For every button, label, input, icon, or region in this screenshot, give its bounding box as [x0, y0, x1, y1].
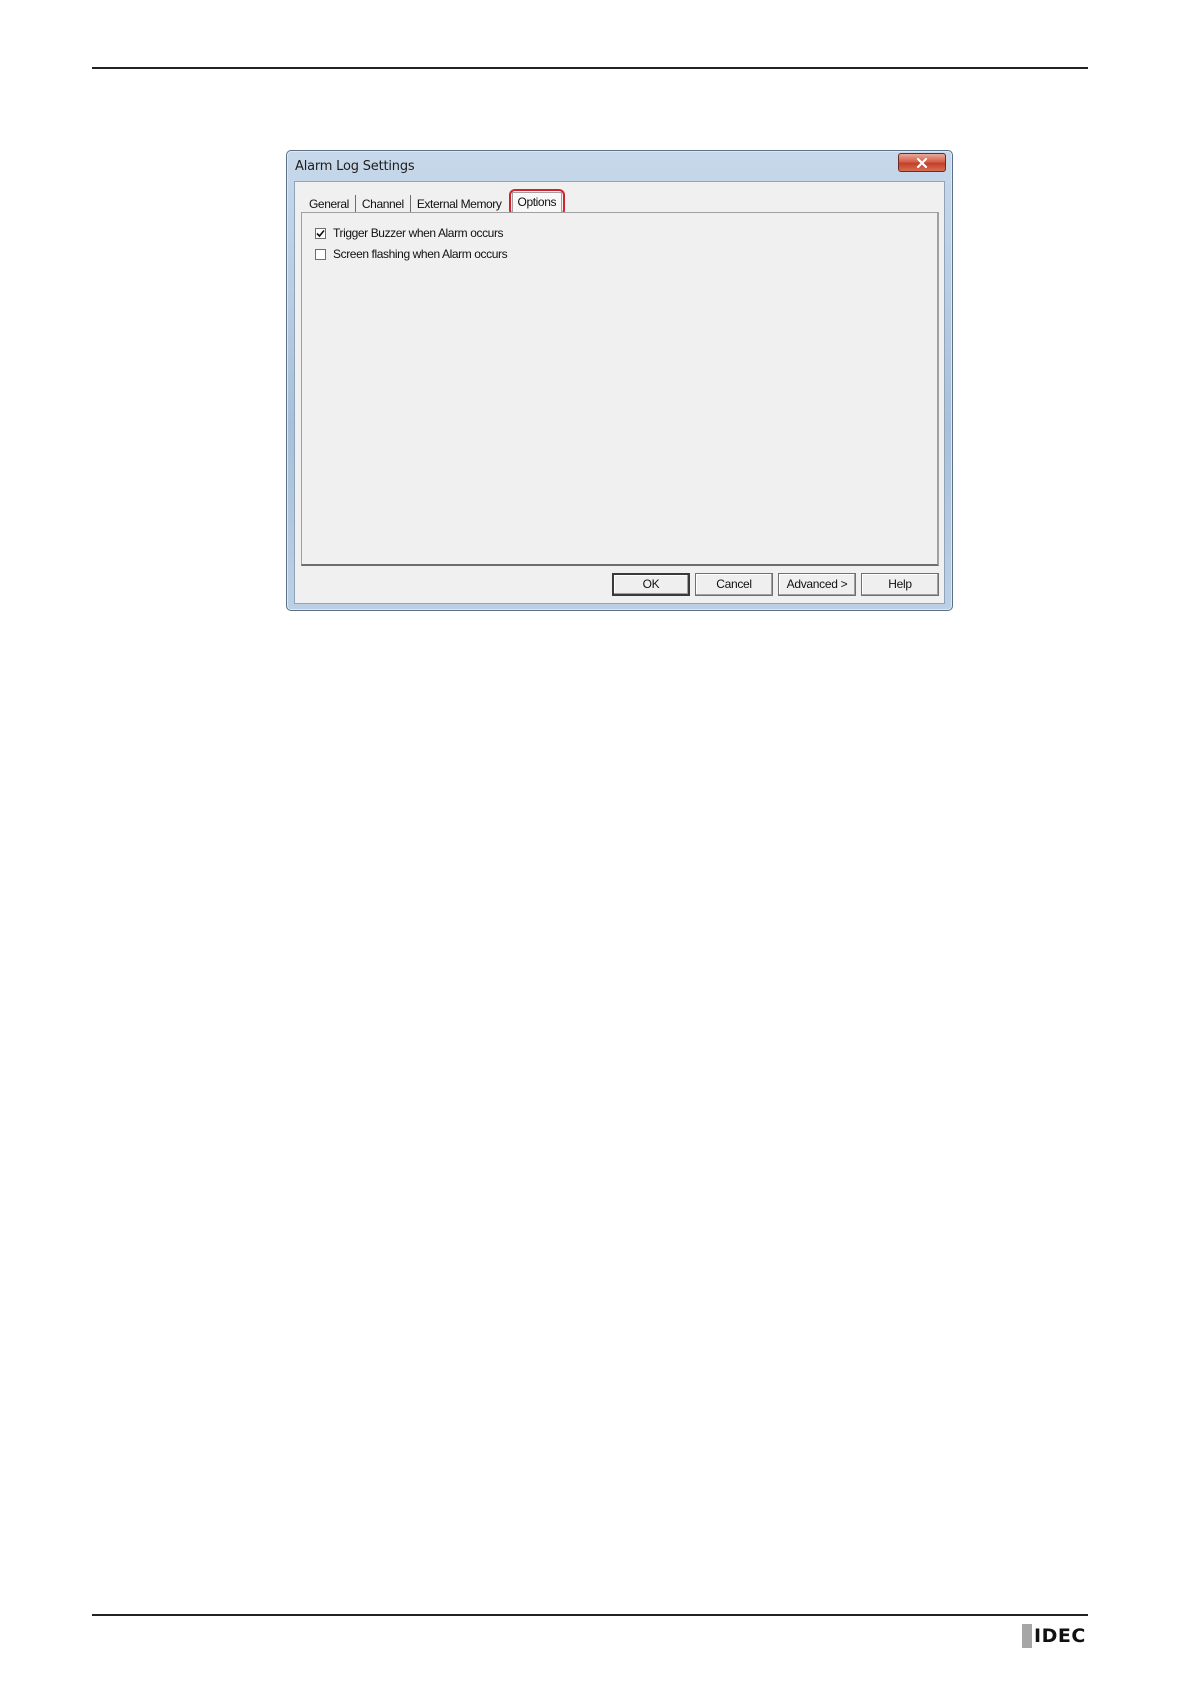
- cancel-button[interactable]: Cancel: [695, 573, 773, 596]
- advanced-button[interactable]: Advanced >: [778, 573, 856, 596]
- tab-external-memory[interactable]: External Memory: [411, 195, 508, 213]
- screen-flashing-checkbox[interactable]: [315, 248, 326, 260]
- tab-channel[interactable]: Channel: [356, 195, 411, 213]
- screen-flashing-label: Screen flashing when Alarm occurs: [333, 247, 508, 261]
- idec-logo: IDEC: [1022, 1624, 1086, 1648]
- trigger-buzzer-option[interactable]: Trigger Buzzer when Alarm occurs: [315, 226, 504, 240]
- dialog-title: Alarm Log Settings: [295, 159, 415, 174]
- help-button[interactable]: Help: [861, 573, 939, 596]
- close-button[interactable]: [898, 153, 946, 172]
- screen-flashing-option[interactable]: Screen flashing when Alarm occurs: [315, 247, 508, 261]
- alarm-log-settings-dialog: Alarm Log Settings General Channel Exter…: [286, 150, 953, 611]
- trigger-buzzer-checkbox[interactable]: [315, 227, 326, 239]
- ok-button[interactable]: OK: [612, 573, 690, 596]
- page-footer-rule: [92, 1614, 1088, 1616]
- dialog-client-area: General Channel External Memory Options …: [294, 181, 945, 604]
- tab-strip: General Channel External Memory Options: [303, 189, 566, 216]
- trigger-buzzer-label: Trigger Buzzer when Alarm occurs: [333, 226, 504, 240]
- logo-text: IDEC: [1034, 1625, 1086, 1647]
- tab-options[interactable]: Options: [508, 189, 566, 216]
- checkmark-icon: [316, 229, 325, 237]
- page-header-rule: [92, 67, 1088, 69]
- tab-general[interactable]: General: [303, 195, 356, 213]
- close-icon: [916, 157, 928, 168]
- options-panel: Trigger Buzzer when Alarm occurs Screen …: [301, 212, 939, 566]
- title-bar[interactable]: Alarm Log Settings: [287, 151, 952, 181]
- logo-bar: [1022, 1624, 1032, 1648]
